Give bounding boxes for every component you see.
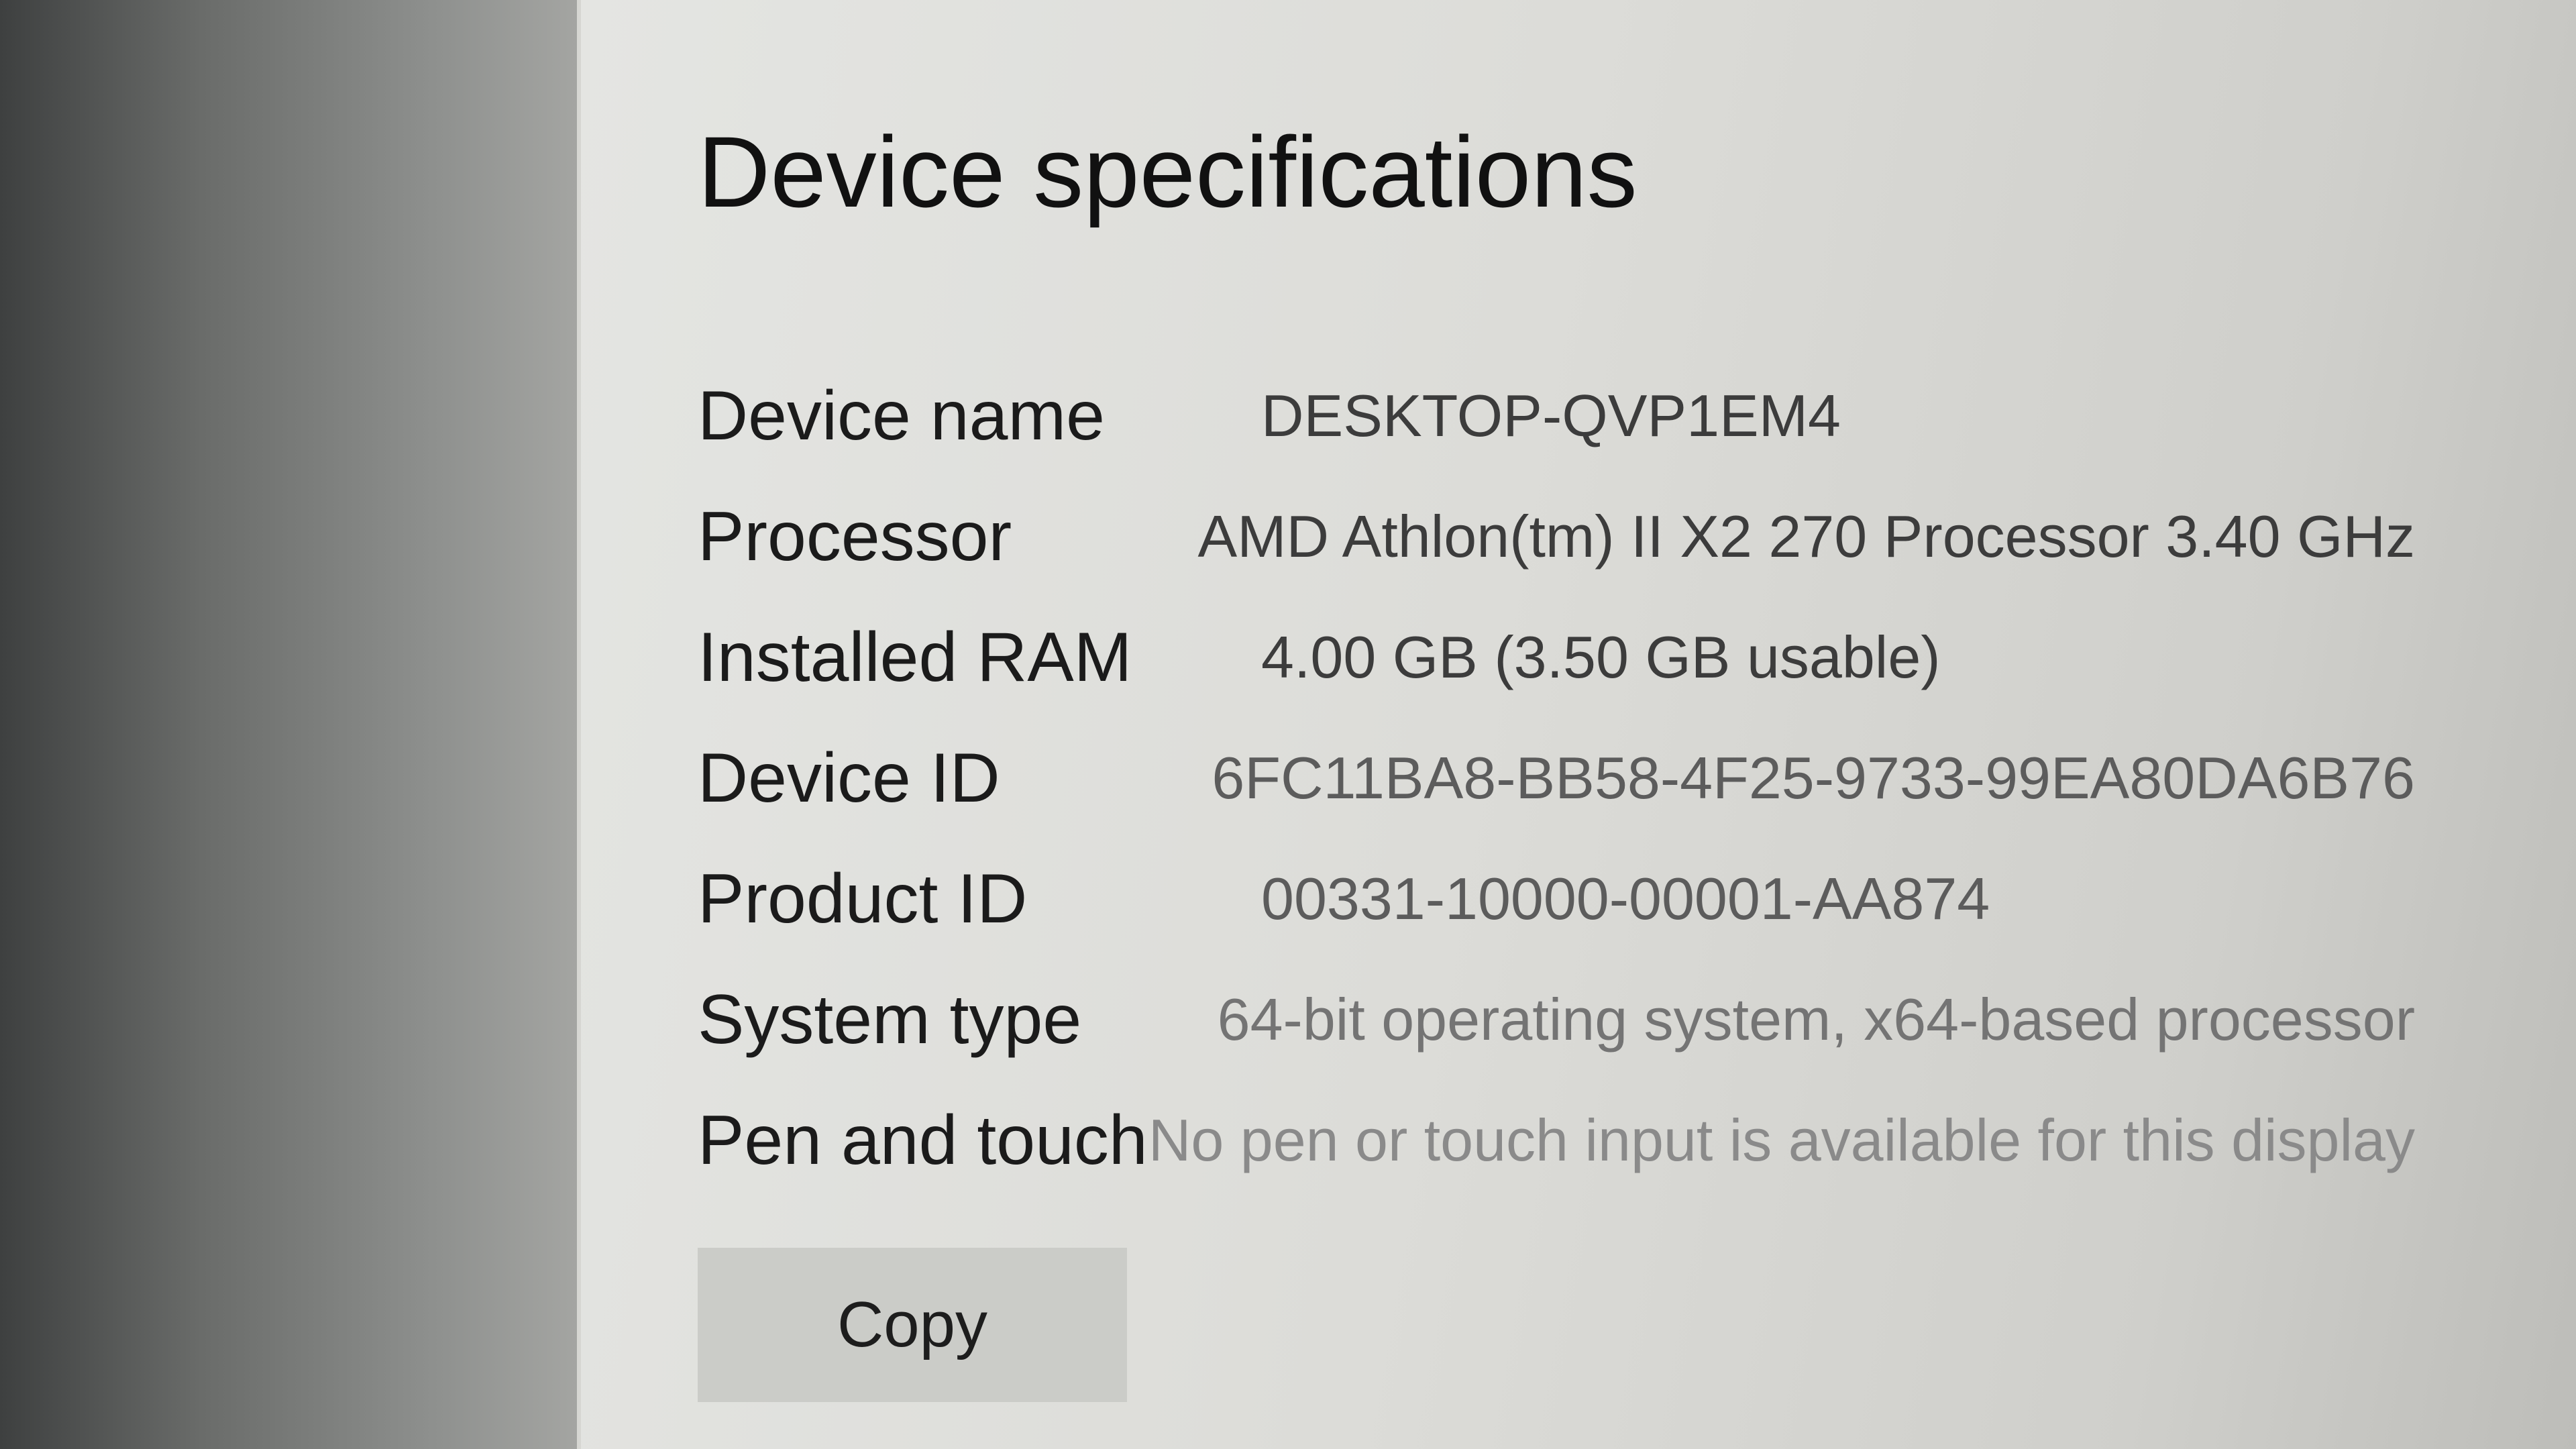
spec-list: Device name DESKTOP-QVP1EM4 Processor AM… [698,356,2415,1201]
spec-label: Installed RAM [698,618,1132,696]
spec-label: Processor [698,497,1012,576]
spec-value: DESKTOP-QVP1EM4 [1261,382,1841,449]
spec-row-product-id: Product ID 00331-10000-00001-AA874 [698,839,2415,959]
section-title: Device specifications [698,115,1638,228]
spec-value: 64-bit operating system, x64-based proce… [1217,986,2415,1053]
spec-row-device-id: Device ID 6FC11BA8-BB58-4F25-9733-99EA80… [698,718,2415,839]
spec-label: Device ID [698,739,1000,817]
spec-row-installed-ram: Installed RAM 4.00 GB (3.50 GB usable) [698,597,2415,718]
spec-label: Product ID [698,859,1028,938]
spec-value: 4.00 GB (3.50 GB usable) [1261,624,1941,690]
spec-label: Pen and touch [698,1101,1148,1179]
spec-value: 00331-10000-00001-AA874 [1261,865,1990,932]
settings-nav-pane [0,0,577,1449]
spec-value: AMD Athlon(tm) II X2 270 Processor 3.40 … [1197,503,2415,570]
spec-label: Device name [698,376,1105,455]
spec-value: 6FC11BA8-BB58-4F25-9733-99EA80DA6B76 [1212,745,2415,811]
spec-row-processor: Processor AMD Athlon(tm) II X2 270 Proce… [698,476,2415,597]
spec-row-system-type: System type 64-bit operating system, x64… [698,959,2415,1080]
spec-row-device-name: Device name DESKTOP-QVP1EM4 [698,356,2415,476]
spec-label: System type [698,980,1082,1059]
copy-button[interactable]: Copy [698,1248,1127,1402]
spec-row-pen-and-touch: Pen and touch No pen or touch input is a… [698,1080,2415,1201]
spec-value: No pen or touch input is available for t… [1148,1107,2415,1173]
